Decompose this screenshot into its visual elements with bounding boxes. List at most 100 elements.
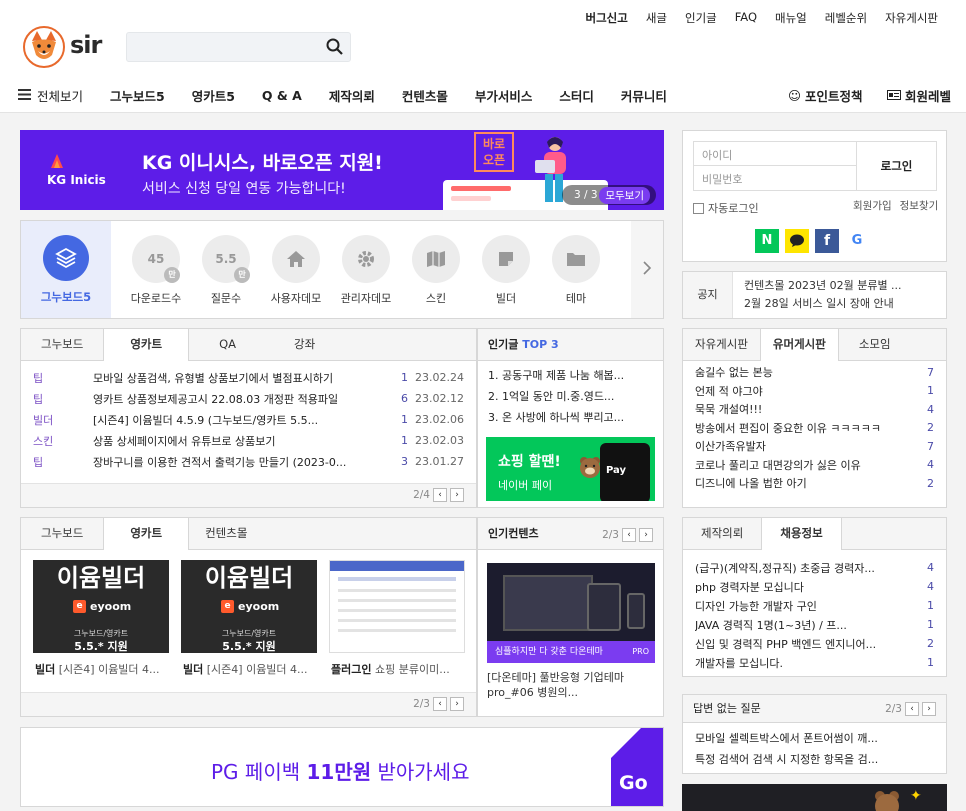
quick-item-downloads[interactable]: 45 만 다운로드수 — [121, 235, 191, 306]
row-title[interactable]: 디자인 가능한 개발자 구인 — [695, 598, 916, 614]
tab-youngcart[interactable]: 영카트 — [103, 329, 190, 361]
quick-item-theme[interactable]: 테마 — [541, 235, 611, 306]
util-link-manual[interactable]: 매뉴얼 — [775, 10, 807, 26]
quick-gnuboard-tile[interactable]: 그누보드5 — [21, 221, 111, 318]
tab-free-board[interactable]: 자유게시판 — [683, 329, 760, 360]
gnb-all-menu[interactable]: 전체보기 — [18, 86, 83, 105]
row-title[interactable]: php 경력자분 모십니다 — [695, 579, 916, 595]
community-row[interactable]: 방송에서 편집이 중요한 이유 ㅋㅋㅋㅋㅋ 2 — [695, 419, 934, 438]
quick-item-questions[interactable]: 5.5 만 질문수 — [191, 235, 261, 306]
notice-item[interactable]: 컨텐츠몰 2023년 02월 분류별 ... — [744, 277, 902, 295]
row-title[interactable]: 묵묵 개설여!!! — [695, 401, 916, 417]
row-title[interactable]: 모바일 상품검색, 유형별 상품보기에서 별점표시하기 — [93, 370, 390, 386]
popular-item[interactable]: 1. 공동구매 제품 나눔 해봅... — [488, 364, 653, 385]
row-title[interactable]: 장바구니를 이용한 견적서 출력기능 만들기 (2023-0... — [93, 454, 390, 470]
util-link-level-rank[interactable]: 레벨순위 — [825, 10, 867, 26]
unanswered-item[interactable]: 모바일 셀렉트박스에서 폰트어썸이 깨... — [695, 727, 934, 748]
quick-next-button[interactable] — [631, 221, 663, 318]
find-info-link[interactable]: 정보찾기 — [900, 198, 939, 213]
util-link-faq[interactable]: FAQ — [735, 10, 757, 26]
point-policy-link[interactable]: ☺ 포인트정책 — [788, 86, 863, 105]
google-login-icon[interactable]: G — [845, 229, 869, 253]
gallery-item-caption[interactable]: 빌더 [시즌4] 이윰빌더 4... — [183, 661, 323, 677]
naver-login-icon[interactable]: N — [755, 229, 779, 253]
gnb-item-community[interactable]: 커뮤니티 — [621, 86, 667, 105]
tab-contents-mall[interactable]: 컨텐츠몰 — [189, 518, 263, 549]
join-link[interactable]: 회원가입 — [853, 198, 892, 213]
kakao-login-icon[interactable] — [785, 229, 809, 253]
row-title[interactable]: JAVA 경력직 1명(1~3년) / 프... — [695, 617, 916, 633]
row-title[interactable]: 언제 적 야그야 — [695, 383, 916, 399]
board-row[interactable]: 스킨 상품 상세페이지에서 유튜브로 상품보기 1 23.02.03 — [33, 430, 464, 451]
row-title[interactable]: 개발자를 모십니다. — [695, 655, 916, 671]
bottom-ad-banner[interactable]: ✦ — [682, 784, 947, 811]
quick-item-admin-demo[interactable]: 관리자데모 — [331, 235, 401, 306]
util-link-bug[interactable]: 버그신고 — [585, 10, 627, 26]
tab-gnuboard[interactable]: 그누보드 — [21, 329, 103, 360]
payback-banner[interactable]: PG 페이백 11만원 받아가세요 Go — [20, 727, 664, 807]
row-title[interactable]: [시즌4] 이윰빌더 4.5.9 (그누보드/영카트 5.5... — [93, 412, 390, 428]
main-banner[interactable]: KG Inicis KG 이니시스, 바로오픈 지원! 서비스 신청 당일 연동… — [20, 130, 664, 210]
tab-youngcart[interactable]: 영카트 — [103, 518, 190, 550]
prev-page-button[interactable]: ‹ — [433, 697, 447, 711]
next-page-button[interactable]: › — [450, 697, 464, 711]
community-row[interactable]: 이산가족유발자 7 — [695, 437, 934, 456]
gnb-item-qa[interactable]: Q & A — [262, 88, 302, 103]
community-row[interactable]: 숨길수 없는 본능 7 — [695, 363, 934, 382]
prev-page-button[interactable]: ‹ — [905, 702, 919, 716]
row-title[interactable]: 디즈니에 나올 법한 아기 — [695, 475, 916, 491]
row-title[interactable]: 영카트 상품정보제공고시 22.08.03 개정판 적용파일 — [93, 391, 390, 407]
gallery-thumb[interactable]: 이윰빌더 e eyoom 그누보드/영카트 5.5.* 지원 — [33, 560, 169, 653]
sir-fox-logo[interactable] — [22, 25, 66, 72]
row-title[interactable]: 상품 상세페이지에서 유튜브로 상품보기 — [93, 433, 390, 449]
gallery-thumb-screenshot[interactable] — [329, 560, 465, 653]
next-page-button[interactable]: › — [922, 702, 936, 716]
board-row[interactable]: 팁 영카트 상품정보제공고시 22.08.03 개정판 적용파일 6 23.02… — [33, 388, 464, 409]
util-link-free-board[interactable]: 자유게시판 — [885, 10, 938, 26]
row-title[interactable]: 방송에서 편집이 중요한 이유 ㅋㅋㅋㅋㅋ — [695, 420, 916, 436]
next-page-button[interactable]: › — [639, 528, 653, 542]
quick-item-user-demo[interactable]: 사용자데모 — [261, 235, 331, 306]
gnb-item-youngcart[interactable]: 영카트5 — [192, 86, 235, 105]
tab-lecture[interactable]: 강좌 — [266, 329, 343, 360]
facebook-login-icon[interactable]: f — [815, 229, 839, 253]
jobs-row[interactable]: JAVA 경력직 1명(1~3년) / 프... 1 — [695, 615, 934, 634]
auto-login-checkbox[interactable] — [693, 202, 704, 214]
jobs-row[interactable]: (급구)(계약직,정규직) 초중급 경력자... 4 — [695, 558, 934, 577]
promo-go-tab[interactable]: Go — [611, 728, 663, 806]
jobs-row[interactable]: 개발자를 모십니다. 1 — [695, 653, 934, 672]
jobs-row[interactable]: 신입 및 경력직 PHP 백엔드 엔지니어... 2 — [695, 634, 934, 653]
banner-view-all-button[interactable]: 모두보기 — [599, 186, 650, 204]
quick-item-skin[interactable]: 스킨 — [401, 235, 471, 306]
row-title[interactable]: 신입 및 경력직 PHP 백엔드 엔지니어... — [695, 636, 916, 652]
util-link-popular[interactable]: 인기글 — [685, 10, 717, 26]
row-title[interactable]: 코로나 풀리고 대면강의가 싫은 이유 — [695, 457, 916, 473]
gnb-item-study[interactable]: 스터디 — [559, 86, 594, 105]
logo-text[interactable]: sir — [70, 31, 102, 59]
unanswered-item[interactable]: 특정 검색어 검색 시 지정한 항목을 검... — [695, 748, 934, 769]
member-level-link[interactable]: 회원레벨 — [887, 86, 951, 105]
board-row[interactable]: 팁 모바일 상품검색, 유형별 상품보기에서 별점표시하기 1 23.02.24 — [33, 367, 464, 388]
popular-contents-caption[interactable]: [다온테마] 풀반응형 기업테마 pro_#06 병원의... — [487, 670, 657, 700]
password-input[interactable]: 비밀번호 — [693, 166, 857, 191]
tab-request[interactable]: 제작의뢰 — [683, 518, 761, 549]
quick-item-builder[interactable]: 빌더 — [471, 235, 541, 306]
board-row[interactable]: 빌더 [시즌4] 이윰빌더 4.5.9 (그누보드/영카트 5.5... 1 2… — [33, 409, 464, 430]
prev-page-button[interactable]: ‹ — [433, 488, 447, 502]
popular-item[interactable]: 3. 온 사방에 하나씩 뿌리고... — [488, 406, 653, 427]
tab-gnuboard[interactable]: 그누보드 — [21, 518, 103, 549]
row-title[interactable]: 이산가족유발자 — [695, 438, 916, 454]
next-page-button[interactable]: › — [450, 488, 464, 502]
gnb-item-gnuboard[interactable]: 그누보드5 — [110, 86, 165, 105]
tab-recruit[interactable]: 채용정보 — [761, 518, 842, 550]
popular-item[interactable]: 2. 1억일 동안 미.중.영드... — [488, 385, 653, 406]
community-row[interactable]: 코로나 풀리고 대면강의가 싫은 이유 4 — [695, 456, 934, 475]
naver-pay-ad[interactable]: 쇼핑 할땐! 네이버 페이 Pay — [486, 437, 655, 501]
row-title[interactable]: 숨길수 없는 본능 — [695, 364, 916, 380]
community-row[interactable]: 디즈니에 나올 법한 아기 2 — [695, 474, 934, 493]
community-row[interactable]: 언제 적 야그야 1 — [695, 382, 934, 401]
tab-small-group[interactable]: 소모임 — [839, 329, 911, 360]
community-row[interactable]: 묵묵 개설여!!! 4 — [695, 400, 934, 419]
gnb-item-contents-mall[interactable]: 컨텐츠몰 — [402, 86, 448, 105]
row-title[interactable]: (급구)(계약직,정규직) 초중급 경력자... — [695, 560, 916, 576]
